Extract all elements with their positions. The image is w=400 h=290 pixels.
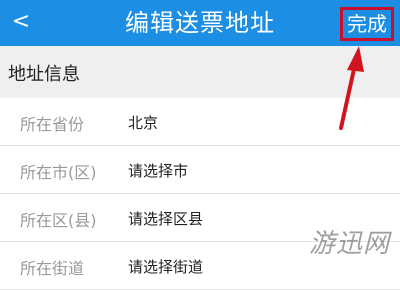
- field-label: 所在省份: [20, 115, 85, 134]
- field-label: 所在市(区): [20, 163, 97, 182]
- field-value[interactable]: 请选择市: [128, 160, 188, 181]
- field-row-city[interactable]: 所在市(区) 请选择市: [0, 146, 400, 194]
- address-form: 所在省份 北京 所在市(区) 请选择市 所在区(县) 请选择区县 所在街道 请选…: [0, 98, 400, 290]
- top-bar: < 编辑送票地址 完成: [0, 0, 400, 46]
- field-row-province[interactable]: 所在省份 北京: [0, 98, 400, 146]
- watermark: 游迅网: [308, 229, 390, 259]
- field-label: 所在区(县): [20, 211, 97, 230]
- done-button[interactable]: 完成: [340, 7, 394, 41]
- field-value[interactable]: 请选择街道: [128, 256, 203, 277]
- field-value[interactable]: 请选择区县: [128, 208, 203, 229]
- field-value[interactable]: 北京: [128, 112, 158, 133]
- section-title: 地址信息: [8, 64, 80, 85]
- section-header: 地址信息: [0, 46, 400, 98]
- field-label: 所在街道: [20, 259, 85, 278]
